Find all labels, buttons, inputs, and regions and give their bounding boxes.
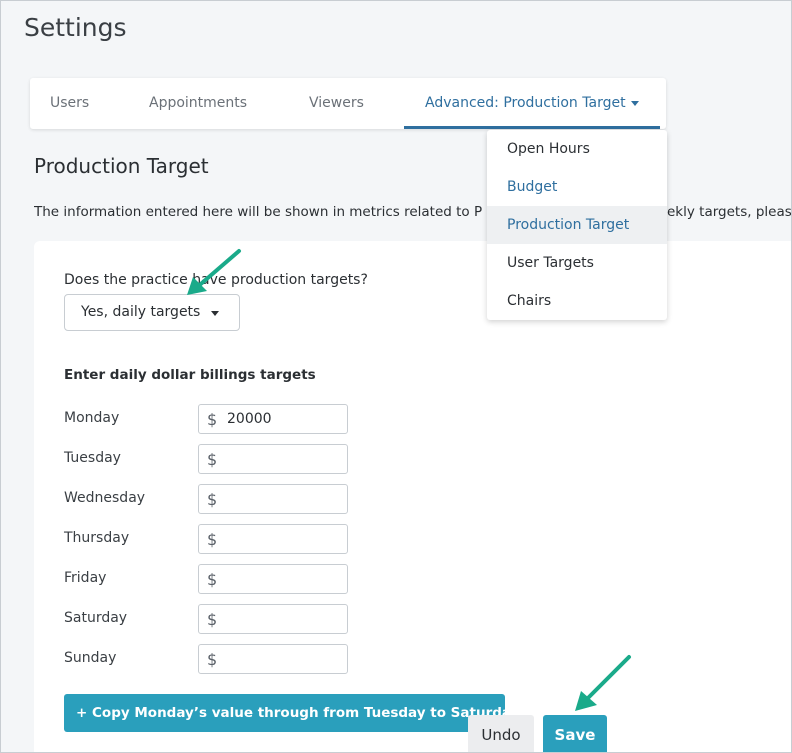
settings-tab-bar: Users Appointments Viewers Advanced: Pro… xyxy=(30,78,666,129)
day-label-sunday: Sunday xyxy=(64,650,117,666)
info-text-continued: ekly targets, pleas xyxy=(667,204,792,220)
daily-targets-heading: Enter daily dollar billings targets xyxy=(64,367,316,383)
thursday-target-input[interactable] xyxy=(227,528,342,550)
wednesday-target-field: $ xyxy=(198,484,348,514)
monday-target-input[interactable] xyxy=(227,408,342,430)
menu-item-production-target[interactable]: Production Target xyxy=(487,206,667,244)
thursday-target-field: $ xyxy=(198,524,348,554)
tab-advanced[interactable]: Advanced: Production Target xyxy=(404,78,660,129)
targets-type-value: Yes, daily targets xyxy=(81,304,201,320)
tab-appointments[interactable]: Appointments xyxy=(149,78,247,129)
day-label-friday: Friday xyxy=(64,570,107,586)
caret-down-icon xyxy=(630,100,639,106)
day-label-monday: Monday xyxy=(64,410,120,426)
dollar-icon: $ xyxy=(207,650,218,669)
dollar-icon: $ xyxy=(207,610,218,629)
day-label-tuesday: Tuesday xyxy=(64,450,121,466)
save-button[interactable]: Save xyxy=(543,715,607,752)
dollar-icon: $ xyxy=(207,570,218,589)
tab-advanced-label: Advanced: Production Target xyxy=(425,95,626,111)
sunday-target-input[interactable] xyxy=(227,648,342,670)
tab-viewers[interactable]: Viewers xyxy=(309,78,364,129)
section-title: Production Target xyxy=(34,154,209,178)
menu-item-budget[interactable]: Budget xyxy=(487,168,667,206)
dollar-icon: $ xyxy=(207,530,218,549)
targets-type-select[interactable]: Yes, daily targets xyxy=(64,294,240,331)
saturday-target-input[interactable] xyxy=(227,608,342,630)
day-label-thursday: Thursday xyxy=(64,530,130,546)
day-label-wednesday: Wednesday xyxy=(64,490,146,506)
sunday-target-field: $ xyxy=(198,644,348,674)
saturday-target-field: $ xyxy=(198,604,348,634)
tuesday-target-field: $ xyxy=(198,444,348,474)
monday-target-field: $ xyxy=(198,404,348,434)
tab-users[interactable]: Users xyxy=(50,78,89,129)
page-title: Settings xyxy=(24,13,127,42)
friday-target-input[interactable] xyxy=(227,568,342,590)
friday-target-field: $ xyxy=(198,564,348,594)
menu-item-chairs[interactable]: Chairs xyxy=(487,282,667,320)
advanced-dropdown-menu: Open Hours Budget Production Target User… xyxy=(487,130,667,320)
undo-button[interactable]: Undo xyxy=(468,715,534,752)
dollar-icon: $ xyxy=(207,490,218,509)
wednesday-target-input[interactable] xyxy=(227,488,342,510)
copy-monday-value-button[interactable]: + Copy Monday’s value through from Tuesd… xyxy=(64,694,505,732)
menu-item-user-targets[interactable]: User Targets xyxy=(487,244,667,282)
dollar-icon: $ xyxy=(207,410,218,429)
tuesday-target-input[interactable] xyxy=(227,448,342,470)
caret-down-icon xyxy=(211,311,219,316)
dollar-icon: $ xyxy=(207,450,218,469)
settings-window: Settings Users Appointments Viewers Adva… xyxy=(0,0,792,753)
production-targets-question: Does the practice have production target… xyxy=(64,272,368,288)
info-text: The information entered here will be sho… xyxy=(34,204,483,220)
day-label-saturday: Saturday xyxy=(64,610,128,626)
menu-item-open-hours[interactable]: Open Hours xyxy=(487,130,667,168)
